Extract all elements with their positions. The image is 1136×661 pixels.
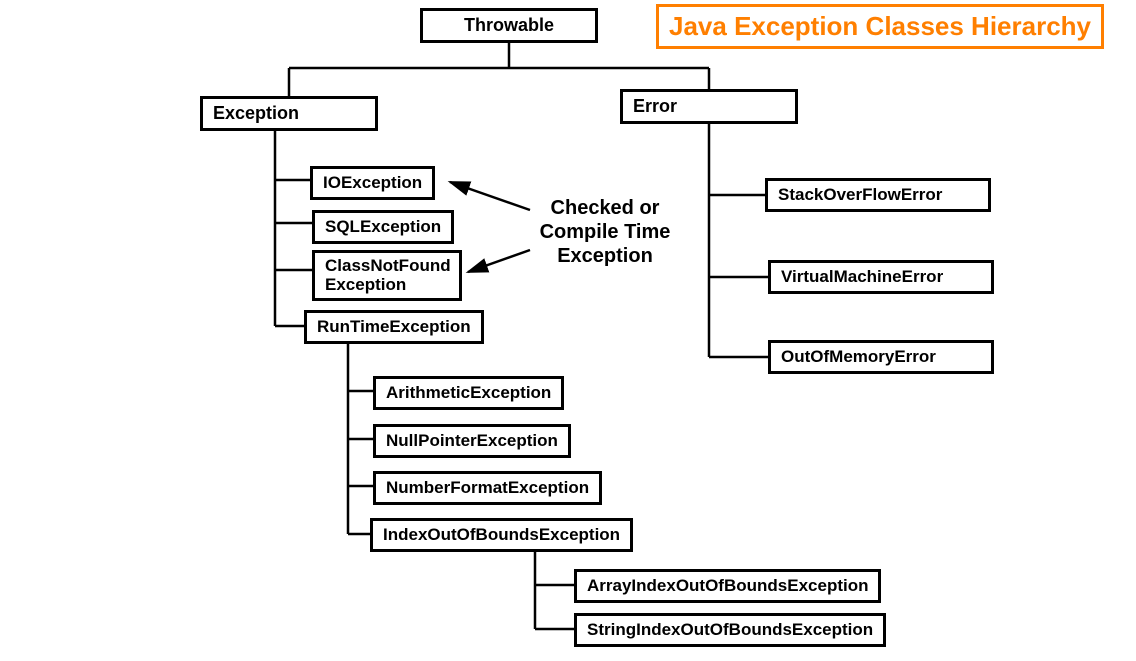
node-nullpointer: NullPointerException (373, 424, 571, 458)
node-virtualmachine: VirtualMachineError (768, 260, 994, 294)
node-throwable: Throwable (420, 8, 598, 43)
connector-lines (0, 0, 1136, 661)
node-stringindex: StringIndexOutOfBoundsException (574, 613, 886, 647)
node-exception: Exception (200, 96, 378, 131)
node-outofmemory: OutOfMemoryError (768, 340, 994, 374)
diagram-title: Java Exception Classes Hierarchy (656, 4, 1104, 49)
node-numberformat: NumberFormatException (373, 471, 602, 505)
node-sqlexception: SQLException (312, 210, 454, 244)
node-runtimeexception: RunTimeException (304, 310, 484, 344)
node-ioexception: IOException (310, 166, 435, 200)
checked-annotation: Checked or Compile Time Exception (530, 196, 680, 268)
node-arrayindex: ArrayIndexOutOfBoundsException (574, 569, 881, 603)
node-arithmetic: ArithmeticException (373, 376, 564, 410)
node-stackoverflow: StackOverFlowError (765, 178, 991, 212)
node-indexoutofbounds: IndexOutOfBoundsException (370, 518, 633, 552)
node-classnotfound: ClassNotFound Exception (312, 250, 462, 301)
node-error: Error (620, 89, 798, 124)
